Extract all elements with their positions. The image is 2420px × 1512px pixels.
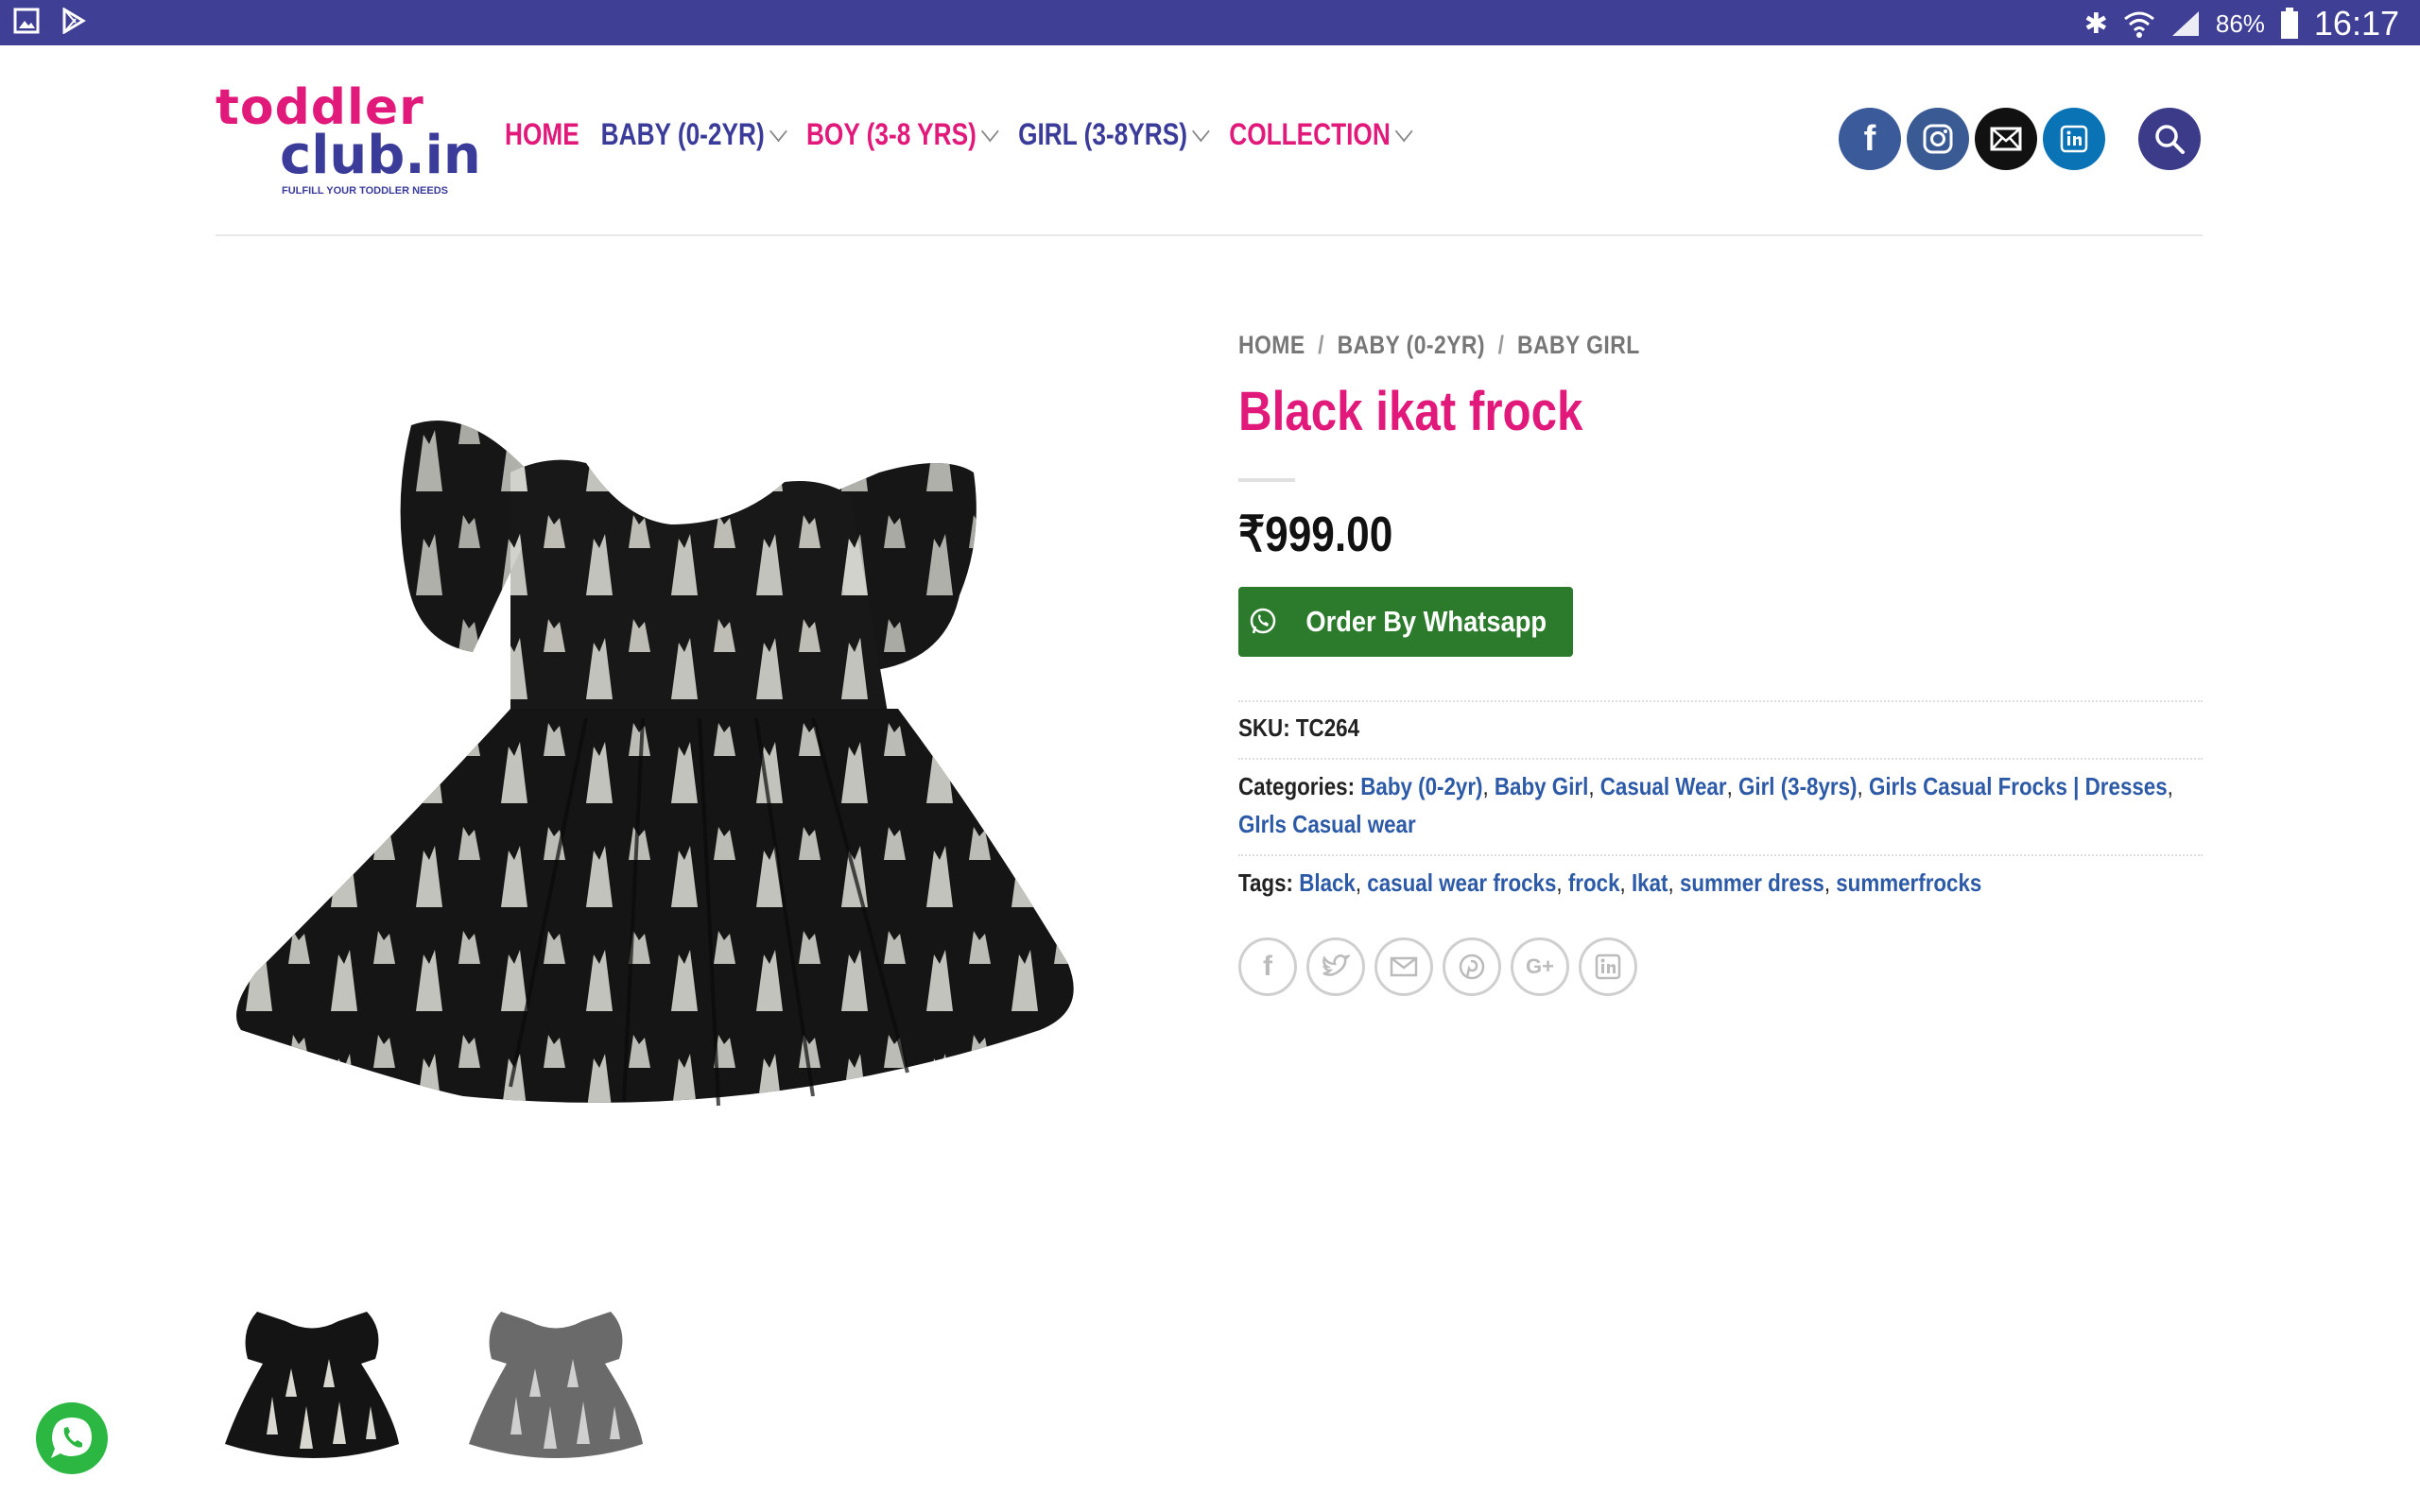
share-google-plus[interactable]: G+ <box>1511 937 1569 996</box>
tag-link[interactable]: frock <box>1568 868 1620 897</box>
bluetooth-icon: ✱ <box>2083 8 2108 40</box>
product-thumbnail[interactable] <box>463 1293 648 1482</box>
thumbnail-image <box>225 1312 399 1458</box>
tag-link[interactable]: Black <box>1299 868 1356 897</box>
category-link[interactable]: Girls Casual Frocks | Dresses <box>1869 772 2168 800</box>
nav-label: GIRL (3-8YRS) <box>1018 117 1187 151</box>
tags-label: Tags: <box>1238 868 1293 897</box>
product-sku: SKU: TC264 <box>1238 709 2203 747</box>
nav-label: COLLECTION <box>1229 117 1391 151</box>
category-link[interactable]: Casual Wear <box>1600 772 1727 800</box>
twitter-icon <box>1322 954 1350 976</box>
category-link[interactable]: Girl (3-8yrs) <box>1738 772 1858 800</box>
status-bar: ✱ 86% 16:17 <box>0 0 2420 45</box>
share-pinterest[interactable] <box>1443 937 1501 996</box>
product-categories: Categories: Baby (0-2yr), Baby Girl, Cas… <box>1238 772 2173 838</box>
order-whatsapp-button[interactable]: Order By Whatsapp <box>1238 587 1573 657</box>
battery-percent: 86% <box>2215 9 2265 38</box>
nav-home[interactable]: HOME <box>505 117 579 152</box>
instagram-button[interactable] <box>1907 108 1969 170</box>
nav-baby[interactable]: BABY (0-2YR) <box>600 117 787 152</box>
email-icon <box>1390 956 1418 977</box>
tag-link[interactable]: summerfrocks <box>1836 868 1981 897</box>
facebook-icon: f <box>1863 118 1876 159</box>
meta-divider <box>1238 758 2203 760</box>
site-logo[interactable]: toddler club.in FULFILL YOUR TODDLER NEE… <box>216 79 481 200</box>
product-title: Black ikat frock <box>1238 381 1583 442</box>
signal-icon <box>2171 11 2199 36</box>
linkedin-icon <box>1595 954 1621 980</box>
tag-link[interactable]: Ikat <box>1632 868 1668 897</box>
meta-divider <box>1238 700 2203 702</box>
breadcrumb-home[interactable]: HOME <box>1238 331 1305 359</box>
whatsapp-float-button[interactable] <box>36 1402 108 1474</box>
linkedin-icon <box>2060 125 2088 153</box>
nav-label: HOME <box>505 117 579 151</box>
share-email[interactable] <box>1374 937 1433 996</box>
breadcrumb: HOME / BABY (0-2YR) / BABY GIRL <box>1238 331 1640 360</box>
email-icon <box>1990 127 2022 151</box>
gallery-icon <box>13 8 40 34</box>
chevron-down-icon <box>1192 120 1210 142</box>
meta-divider <box>1238 854 2203 856</box>
nav-label: BOY (3-8 YRS) <box>805 117 977 151</box>
clock: 16:17 <box>2313 4 2399 43</box>
breadcrumb-separator: / <box>1318 331 1324 359</box>
share-linkedin[interactable] <box>1579 937 1637 996</box>
play-store-icon <box>62 8 86 34</box>
google-plus-icon: G+ <box>1526 954 1554 978</box>
logo-line2: club.in <box>280 125 481 186</box>
chevron-down-icon <box>1395 120 1413 142</box>
share-facebook[interactable]: f <box>1238 937 1297 996</box>
instagram-icon <box>1923 124 1953 154</box>
breadcrumb-baby-girl[interactable]: BABY GIRL <box>1517 331 1640 359</box>
title-divider <box>1238 478 1295 482</box>
frock-image <box>236 421 1074 1107</box>
breadcrumb-baby[interactable]: BABY (0-2YR) <box>1338 331 1485 359</box>
battery-icon <box>2280 8 2298 39</box>
category-link[interactable]: GIrls Casual wear <box>1238 810 1416 838</box>
facebook-button[interactable]: f <box>1839 108 1901 170</box>
share-twitter[interactable] <box>1306 937 1365 996</box>
search-icon <box>2155 125 2185 154</box>
sku-label: SKU: <box>1238 713 1290 742</box>
whatsapp-icon <box>1251 608 1276 634</box>
product-price: ₹999.00 <box>1238 507 1393 562</box>
product-main-image[interactable] <box>227 406 1184 1276</box>
thumbnail-image <box>469 1312 643 1458</box>
sku-value: TC264 <box>1295 713 1360 742</box>
whatsapp-icon <box>51 1418 92 1458</box>
logo-tagline: FULFILL YOUR TODDLER NEEDS <box>282 185 449 197</box>
nav-label: BABY (0-2YR) <box>600 117 765 151</box>
categories-label: Categories: <box>1238 772 1356 800</box>
share-buttons: f G+ <box>1238 937 1637 996</box>
category-link[interactable]: Baby (0-2yr) <box>1360 772 1482 800</box>
chevron-down-icon <box>981 120 999 142</box>
nav-girl[interactable]: GIRL (3-8YRS) <box>1018 117 1210 152</box>
wifi-icon <box>2123 11 2154 38</box>
email-button[interactable] <box>1975 108 2037 170</box>
tag-link[interactable]: casual wear frocks <box>1367 868 1556 897</box>
pinterest-icon <box>1459 954 1485 980</box>
main-nav: HOME BABY (0-2YR) BOY (3-8 YRS) GIRL (3-… <box>505 117 1413 152</box>
order-button-label: Order By Whatsapp <box>1305 605 1547 638</box>
nav-boy[interactable]: BOY (3-8 YRS) <box>805 117 999 152</box>
tag-link[interactable]: summer dress <box>1680 868 1824 897</box>
chevron-down-icon <box>769 120 787 142</box>
nav-collection[interactable]: COLLECTION <box>1229 117 1413 152</box>
breadcrumb-separator: / <box>1497 331 1505 359</box>
category-link[interactable]: Baby Girl <box>1495 772 1588 800</box>
product-thumbnail[interactable] <box>219 1293 405 1482</box>
linkedin-button[interactable] <box>2043 108 2105 170</box>
facebook-icon: f <box>1263 951 1272 982</box>
header-divider <box>216 234 2203 236</box>
search-button[interactable] <box>2138 108 2201 170</box>
product-tags: Tags: Black, casual wear frocks, frock, … <box>1238 868 1982 897</box>
